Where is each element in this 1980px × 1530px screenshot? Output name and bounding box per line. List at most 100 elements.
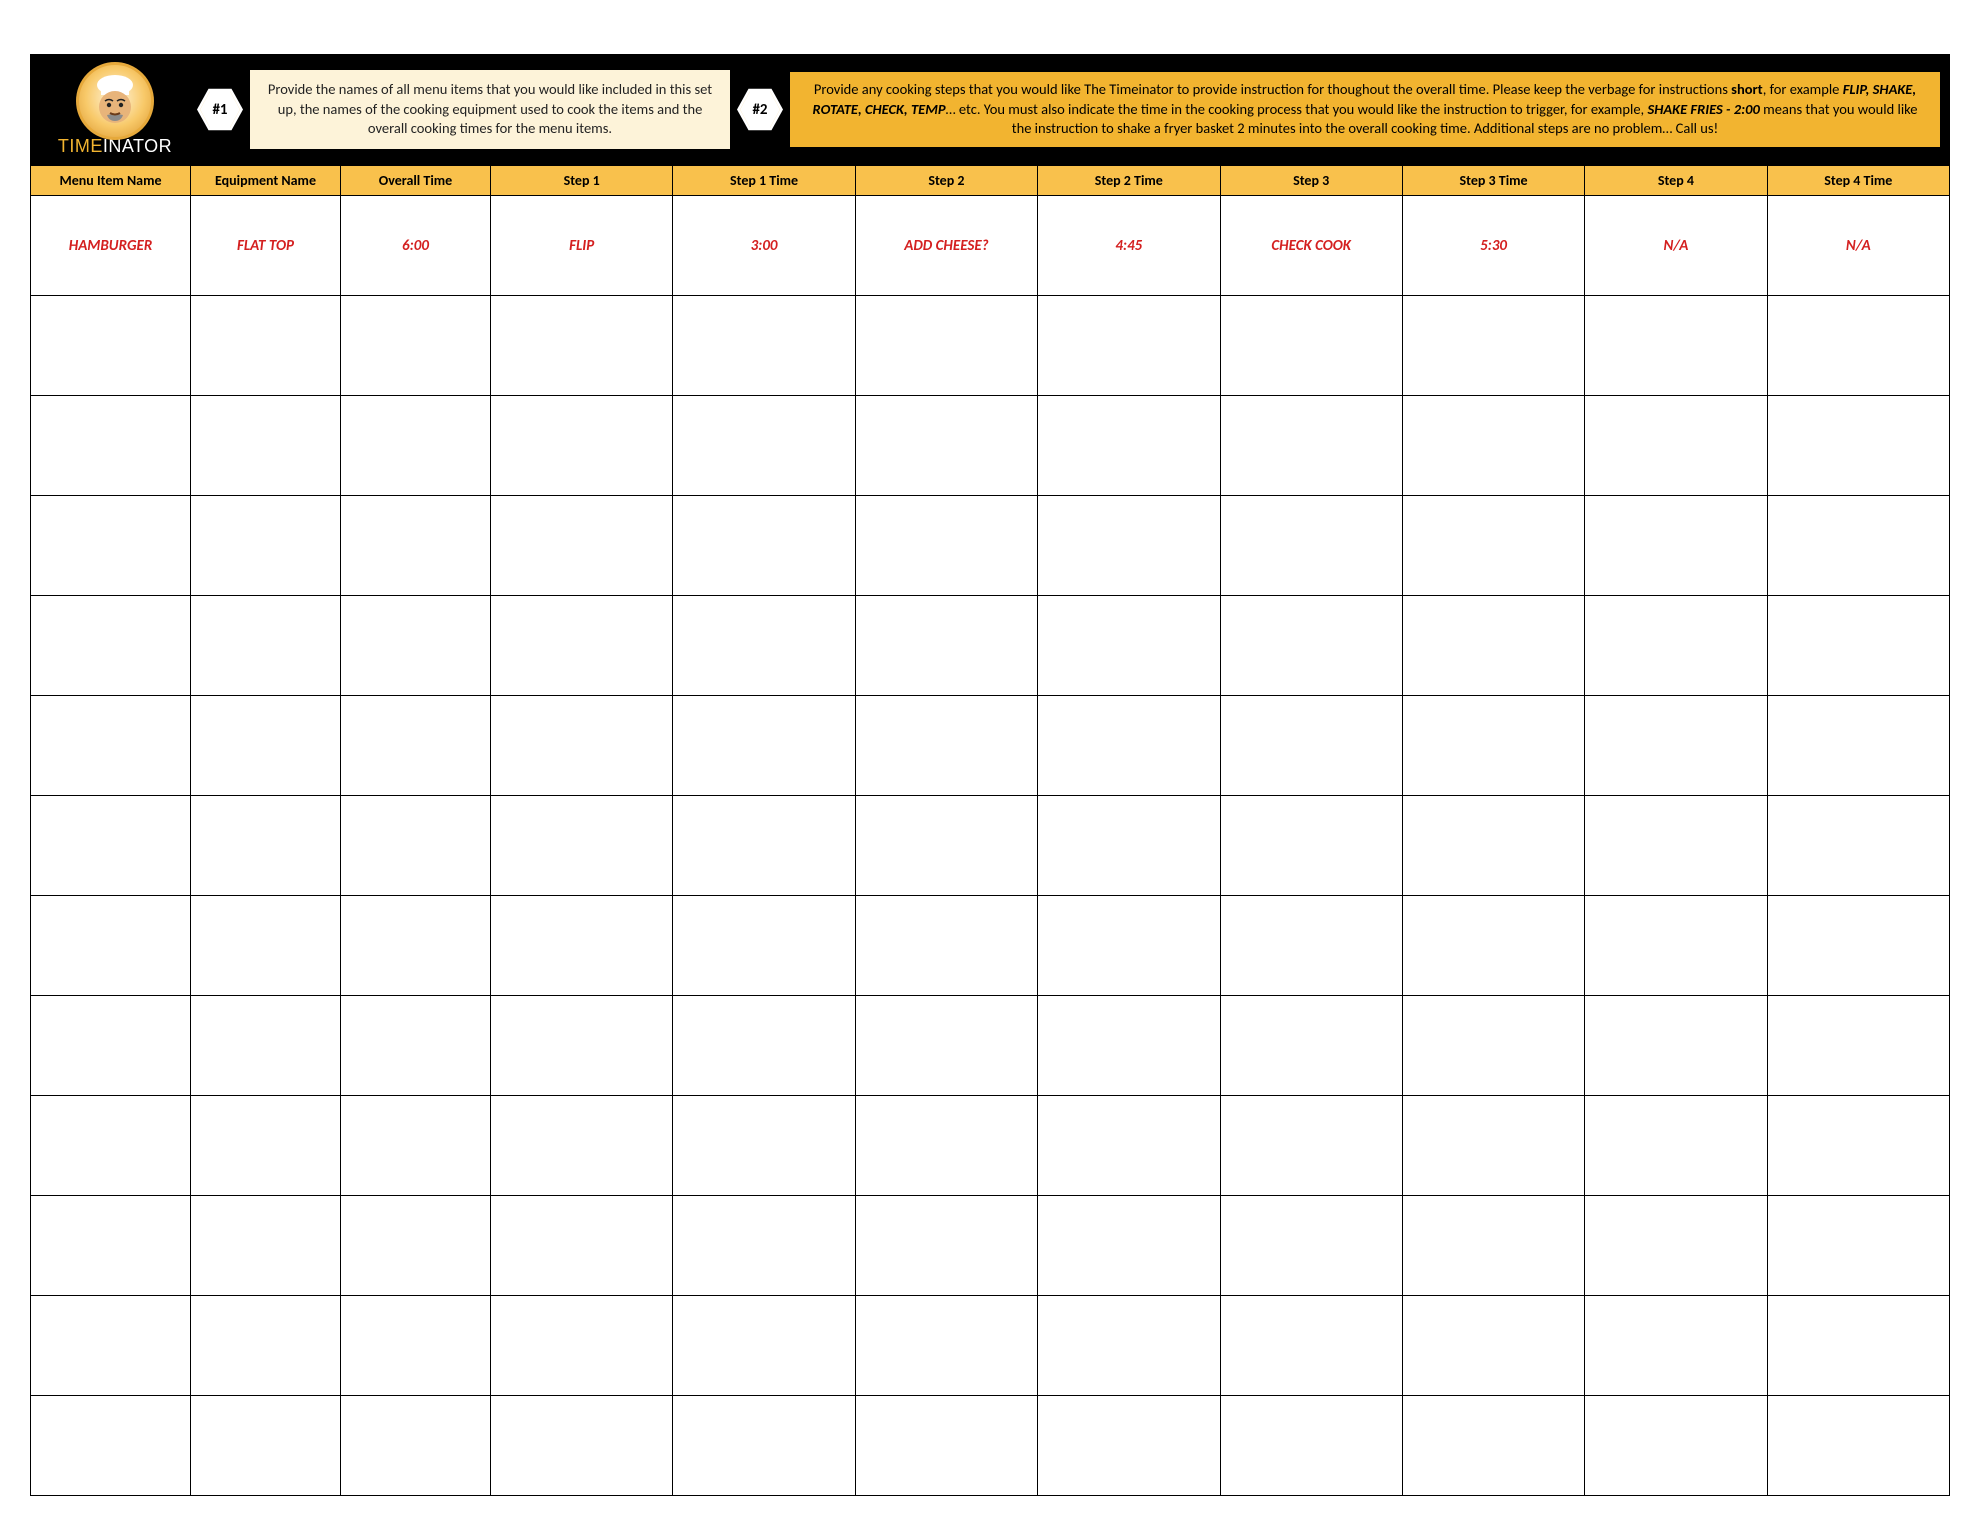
cell[interactable] xyxy=(1038,1196,1220,1296)
cell[interactable] xyxy=(1585,696,1767,796)
cell[interactable] xyxy=(1038,1296,1220,1396)
cell[interactable] xyxy=(855,1096,1037,1196)
cell[interactable] xyxy=(1220,1396,1402,1496)
cell[interactable] xyxy=(1585,1396,1767,1496)
cell[interactable]: HAMBURGER xyxy=(31,196,191,296)
cell[interactable] xyxy=(191,1396,341,1496)
cell[interactable] xyxy=(31,596,191,696)
cell[interactable] xyxy=(1220,996,1402,1096)
cell[interactable] xyxy=(673,996,855,1096)
cell[interactable] xyxy=(1220,1096,1402,1196)
cell[interactable] xyxy=(855,396,1037,496)
cell[interactable]: 5:30 xyxy=(1402,196,1584,296)
cell[interactable] xyxy=(191,1196,341,1296)
cell[interactable] xyxy=(673,1096,855,1196)
cell[interactable] xyxy=(341,1396,491,1496)
cell[interactable] xyxy=(855,696,1037,796)
cell[interactable] xyxy=(191,1096,341,1196)
cell[interactable] xyxy=(341,996,491,1096)
cell[interactable] xyxy=(1402,596,1584,696)
cell[interactable] xyxy=(1585,1096,1767,1196)
cell[interactable] xyxy=(855,796,1037,896)
cell[interactable] xyxy=(191,1296,341,1396)
cell[interactable] xyxy=(191,996,341,1096)
cell[interactable] xyxy=(31,1196,191,1296)
cell[interactable]: 3:00 xyxy=(673,196,855,296)
cell[interactable] xyxy=(1585,496,1767,596)
cell[interactable] xyxy=(1402,396,1584,496)
cell[interactable] xyxy=(31,396,191,496)
cell[interactable] xyxy=(1038,1096,1220,1196)
cell[interactable]: FLAT TOP xyxy=(191,196,341,296)
cell[interactable] xyxy=(855,1196,1037,1296)
cell[interactable] xyxy=(191,496,341,596)
cell[interactable] xyxy=(1402,1396,1584,1496)
cell[interactable] xyxy=(1767,596,1949,696)
cell[interactable] xyxy=(491,896,673,996)
cell[interactable] xyxy=(341,696,491,796)
cell[interactable] xyxy=(1585,296,1767,396)
cell[interactable] xyxy=(1220,1296,1402,1396)
cell[interactable] xyxy=(341,1296,491,1396)
cell[interactable] xyxy=(855,996,1037,1096)
cell[interactable] xyxy=(1402,1296,1584,1396)
cell[interactable]: 4:45 xyxy=(1038,196,1220,296)
cell[interactable] xyxy=(191,896,341,996)
cell[interactable] xyxy=(491,996,673,1096)
cell[interactable] xyxy=(1402,496,1584,596)
cell[interactable] xyxy=(1402,296,1584,396)
cell[interactable] xyxy=(855,496,1037,596)
cell[interactable] xyxy=(1038,296,1220,396)
cell[interactable] xyxy=(341,796,491,896)
cell[interactable] xyxy=(673,396,855,496)
cell[interactable] xyxy=(1402,796,1584,896)
cell[interactable] xyxy=(673,896,855,996)
cell[interactable] xyxy=(1220,396,1402,496)
cell[interactable] xyxy=(1767,1296,1949,1396)
cell[interactable] xyxy=(191,696,341,796)
cell[interactable] xyxy=(1767,896,1949,996)
cell[interactable] xyxy=(673,296,855,396)
cell[interactable] xyxy=(31,696,191,796)
cell[interactable] xyxy=(1402,1196,1584,1296)
cell[interactable] xyxy=(673,1396,855,1496)
cell[interactable] xyxy=(1220,896,1402,996)
cell[interactable] xyxy=(1038,796,1220,896)
cell[interactable] xyxy=(855,1296,1037,1396)
cell[interactable]: N/A xyxy=(1585,196,1767,296)
cell[interactable] xyxy=(1220,1196,1402,1296)
cell[interactable] xyxy=(673,596,855,696)
cell[interactable] xyxy=(341,596,491,696)
cell[interactable] xyxy=(1585,996,1767,1096)
cell[interactable] xyxy=(491,496,673,596)
cell[interactable] xyxy=(1402,1096,1584,1196)
cell[interactable] xyxy=(1220,496,1402,596)
cell[interactable] xyxy=(341,396,491,496)
cell[interactable] xyxy=(1767,1396,1949,1496)
cell[interactable] xyxy=(491,1396,673,1496)
cell[interactable] xyxy=(341,1096,491,1196)
cell[interactable] xyxy=(31,496,191,596)
cell[interactable] xyxy=(1767,996,1949,1096)
cell[interactable] xyxy=(341,296,491,396)
cell[interactable]: N/A xyxy=(1767,196,1949,296)
cell[interactable] xyxy=(1220,796,1402,896)
cell[interactable] xyxy=(1038,896,1220,996)
cell[interactable] xyxy=(1585,396,1767,496)
cell[interactable] xyxy=(491,796,673,896)
cell[interactable] xyxy=(191,796,341,896)
cell[interactable] xyxy=(1402,996,1584,1096)
cell[interactable] xyxy=(1038,596,1220,696)
cell[interactable] xyxy=(31,1396,191,1496)
cell[interactable] xyxy=(1220,296,1402,396)
cell[interactable] xyxy=(673,696,855,796)
cell[interactable] xyxy=(1767,296,1949,396)
cell[interactable] xyxy=(1767,396,1949,496)
cell[interactable] xyxy=(31,996,191,1096)
cell[interactable] xyxy=(1767,1096,1949,1196)
cell[interactable] xyxy=(491,1196,673,1296)
cell[interactable] xyxy=(491,596,673,696)
cell[interactable] xyxy=(855,896,1037,996)
cell[interactable] xyxy=(1585,1296,1767,1396)
cell[interactable] xyxy=(31,1096,191,1196)
